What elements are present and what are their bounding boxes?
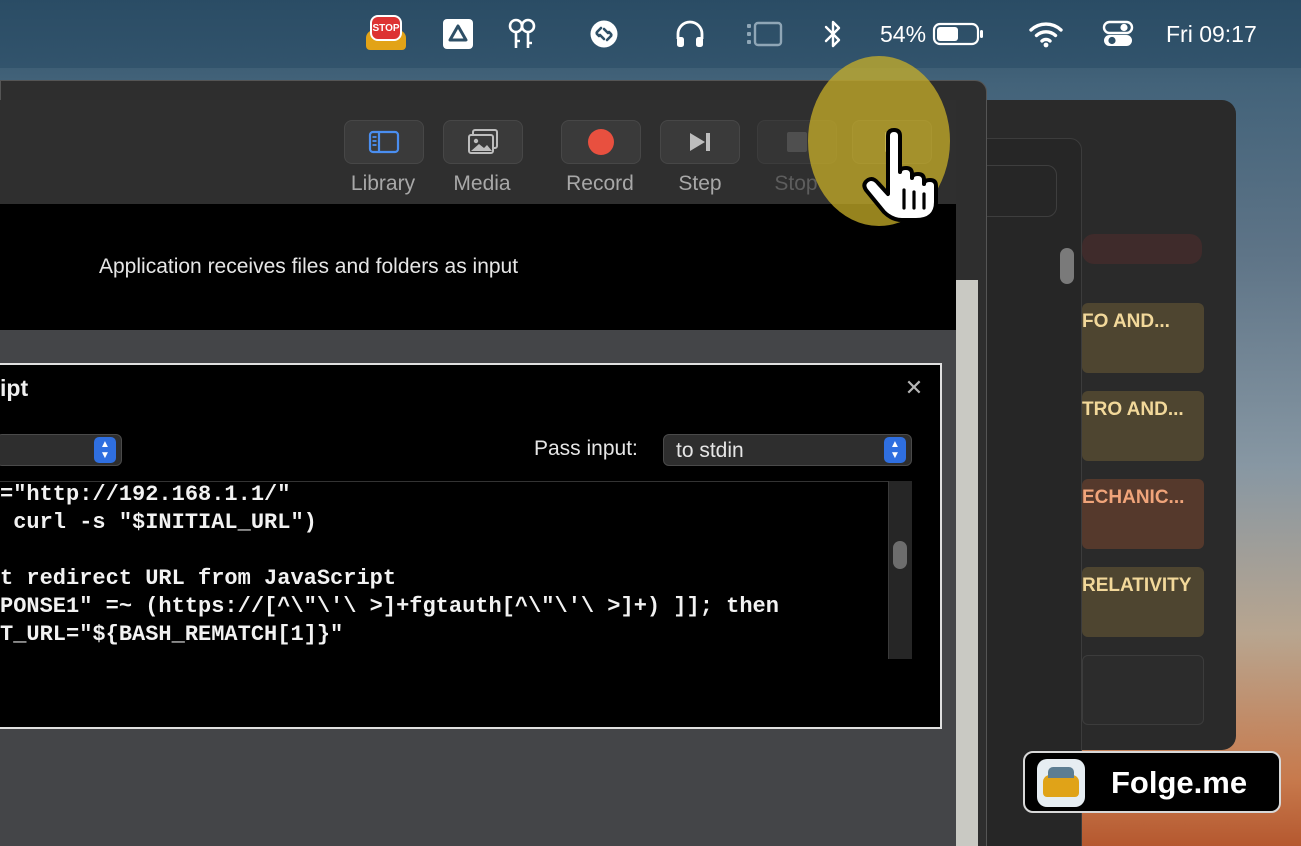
headphones-icon[interactable] <box>670 14 710 54</box>
background-filter-bar <box>1082 234 1202 264</box>
shazam-icon[interactable] <box>586 14 622 54</box>
battery-percent: 54% <box>880 20 927 47</box>
bluetooth-icon[interactable] <box>818 14 848 54</box>
chevron-updown-icon: ▲ ▼ <box>884 437 906 463</box>
pass-input-select[interactable]: to stdin ▲ ▼ <box>663 434 912 466</box>
library-button[interactable] <box>344 120 424 164</box>
car-logo-icon <box>1037 759 1085 807</box>
side-card[interactable]: RELATIVITY <box>1082 567 1204 637</box>
side-card[interactable]: ECHANIC... <box>1082 479 1204 549</box>
stop-sign-car-icon[interactable]: STOP <box>362 14 410 54</box>
action-title: ipt <box>0 375 29 401</box>
wifi-icon[interactable] <box>1026 14 1066 54</box>
secondary-window-scrollbar[interactable] <box>1060 248 1074 284</box>
battery-status[interactable]: 54% <box>880 14 992 54</box>
library-label: Library <box>350 172 416 195</box>
sidebar-icon <box>368 130 400 154</box>
code-line: curl -s "$INITIAL_URL") <box>0 510 317 535</box>
step-label: Step <box>678 172 722 195</box>
side-card-label: TRO AND... <box>1082 399 1184 420</box>
shell-select[interactable]: ▲ ▼ <box>0 434 122 466</box>
canvas-edge <box>956 280 978 846</box>
script-scrollbar[interactable] <box>893 541 907 569</box>
close-icon[interactable]: ✕ <box>902 374 926 402</box>
code-line: PONSE1" =~ (https://[^\"\'\ >]+fgtauth[^… <box>0 594 779 619</box>
hand-pointer-icon <box>862 128 938 222</box>
record-icon <box>588 129 614 155</box>
workflow-input-description: Application receives files and folders a… <box>99 255 519 278</box>
code-line: T_URL="${BASH_REMATCH[1]}" <box>0 622 344 647</box>
chevron-updown-icon: ▲ ▼ <box>94 437 116 463</box>
control-center-icon[interactable] <box>1098 14 1138 54</box>
script-scrollbar-track <box>888 481 912 659</box>
clock-text: Fri 09:17 <box>1166 20 1257 47</box>
side-card-label: FO AND... <box>1082 311 1170 332</box>
step-button[interactable] <box>660 120 740 164</box>
side-card-empty <box>1082 655 1204 725</box>
pass-input-value: to stdin <box>676 439 744 462</box>
side-card-label: RELATIVITY <box>1082 575 1192 596</box>
code-line: t redirect URL from JavaScript <box>0 566 397 591</box>
folge-me-watermark: Folge.me <box>1023 751 1281 813</box>
watermark-text: Folge.me <box>1111 765 1248 800</box>
keys-icon[interactable] <box>504 14 542 54</box>
code-line: ="http://192.168.1.1/" <box>0 482 291 507</box>
step-forward-icon <box>690 133 710 151</box>
battery-icon <box>932 22 984 46</box>
media-label: Media <box>453 172 511 195</box>
photos-icon <box>468 129 498 154</box>
side-card-label: ECHANIC... <box>1082 487 1185 508</box>
pass-input-label: Pass input: <box>534 437 638 460</box>
stage-manager-icon[interactable] <box>744 14 784 54</box>
menu-bar-clock[interactable]: Fri 09:17 <box>1166 14 1280 54</box>
side-card[interactable]: TRO AND... <box>1082 391 1204 461</box>
side-card[interactable]: FO AND... <box>1082 303 1204 373</box>
media-button[interactable] <box>443 120 523 164</box>
google-drive-icon[interactable] <box>440 14 476 54</box>
record-button[interactable] <box>561 120 641 164</box>
record-label: Record <box>566 172 634 195</box>
stop-icon <box>787 132 807 152</box>
